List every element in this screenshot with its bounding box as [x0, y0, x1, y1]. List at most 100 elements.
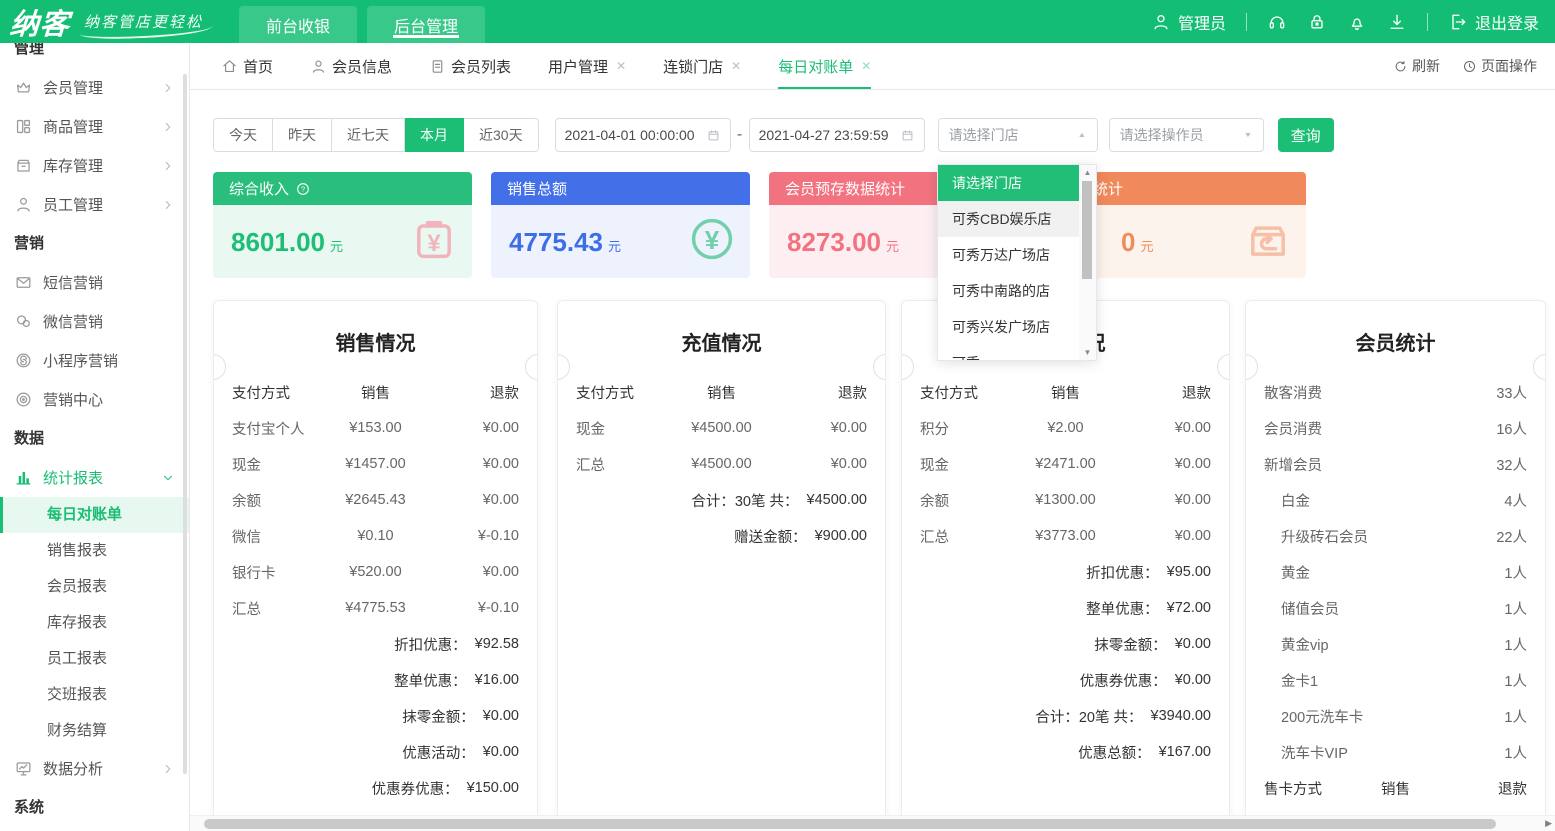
- headset-icon[interactable]: [1267, 12, 1287, 32]
- sidebar-subitem-13[interactable]: 销售报表: [0, 533, 189, 569]
- current-user[interactable]: 管理员: [1151, 10, 1226, 34]
- stat-card-unit: 元: [886, 236, 899, 255]
- dropdown-option-3[interactable]: 可秀中南路的店: [938, 273, 1079, 309]
- panel-recharge-row-1-col-0: 汇总: [576, 454, 669, 475]
- start-date-input[interactable]: 2021-04-01 00:00:00: [555, 118, 731, 152]
- sidebar-subitem-12[interactable]: 每日对账单: [0, 497, 189, 533]
- tab-5[interactable]: 每日对账单✕: [778, 43, 871, 89]
- tab-0[interactable]: 首页: [221, 43, 273, 89]
- panel-recharge-row-0-col-2: ¥0.00: [774, 420, 867, 436]
- stat-card-title: 综合收入?: [213, 172, 472, 205]
- panel-consume-row-2: 余额¥1300.00¥0.00: [920, 482, 1211, 518]
- page-ops-button[interactable]: 页面操作: [1462, 56, 1537, 76]
- tab-close-icon[interactable]: ✕: [731, 59, 741, 73]
- sidebar-section-10: 数据: [0, 419, 189, 458]
- sidebar-item-4[interactable]: 员工管理: [0, 185, 189, 224]
- member-stat-value: 1人: [1504, 598, 1527, 619]
- sidebar-subitem-17[interactable]: 交班报表: [0, 677, 189, 713]
- horizontal-scrollbar-thumb[interactable]: [204, 819, 1496, 829]
- top-nav-cashier[interactable]: 前台收银: [239, 6, 357, 43]
- sidebar-item-1[interactable]: 会员管理: [0, 68, 189, 107]
- tab-close-icon[interactable]: ✕: [616, 59, 626, 73]
- top-nav-backoffice[interactable]: 后台管理: [367, 6, 485, 43]
- scroll-down-arrow[interactable]: ▼: [1079, 348, 1096, 357]
- panel-member: 会员统计散客消费33人会员消费16人新增会员32人白金4人升级砖石会员22人黄金…: [1245, 300, 1546, 831]
- logout-icon: [1448, 12, 1468, 32]
- quick-range-2[interactable]: 近七天: [332, 118, 405, 152]
- tab-1[interactable]: 会员信息: [310, 43, 392, 89]
- sidebar-item-2[interactable]: 商品管理: [0, 107, 189, 146]
- open-page-tabs: 首页会员信息会员列表用户管理✕ 连锁门店✕ 每日对账单✕: [221, 43, 908, 89]
- download-icon[interactable]: [1387, 12, 1407, 32]
- panel-sales-summary-2: 抹零金额：¥0.00: [232, 698, 519, 734]
- sidebar-section-5: 营销: [0, 224, 189, 263]
- end-date-input[interactable]: 2021-04-27 23:59:59: [749, 118, 925, 152]
- logout-button[interactable]: 退出登录: [1448, 10, 1539, 34]
- sidebar-item-19[interactable]: 数据分析: [0, 749, 189, 788]
- horizontal-scrollbar[interactable]: ▶: [190, 815, 1555, 831]
- bell-icon[interactable]: [1347, 12, 1367, 32]
- sidebar-item-7[interactable]: 微信营销: [0, 302, 189, 341]
- tab-4[interactable]: 连锁门店✕: [663, 43, 741, 89]
- refund-box-icon: [1242, 213, 1294, 265]
- wechat-icon: [14, 312, 33, 331]
- calendar-icon: [706, 128, 721, 143]
- sidebar-subitem-14[interactable]: 会员报表: [0, 569, 189, 605]
- panel-member-footer-header-0-col-1: 销售: [1348, 778, 1443, 799]
- panel-sales: 销售情况支付方式销售退款支付宝个人¥153.00¥0.00现金¥1457.00¥…: [213, 300, 538, 831]
- summary-value: ¥167.00: [1159, 744, 1211, 760]
- store-select-placeholder: 请选择门店: [949, 125, 1019, 145]
- lock-icon[interactable]: [1307, 12, 1327, 32]
- stat-card-unit: 元: [330, 236, 343, 255]
- page-ops-label: 页面操作: [1481, 56, 1537, 76]
- search-button[interactable]: 查询: [1278, 118, 1334, 152]
- dropdown-option-4[interactable]: 可秀兴发广场店: [938, 309, 1079, 345]
- user-icon: [1151, 12, 1171, 32]
- quick-range-0[interactable]: 今天: [213, 118, 273, 152]
- quick-range-1[interactable]: 昨天: [273, 118, 332, 152]
- dropdown-scrollbar-thumb[interactable]: [1082, 181, 1092, 279]
- summary-label: 抹零金额：: [402, 706, 475, 727]
- dropdown-option-2[interactable]: 可秀万达广场店: [938, 237, 1079, 273]
- summary-label: 折扣优惠：: [1086, 562, 1159, 583]
- refresh-button[interactable]: 刷新: [1393, 56, 1440, 76]
- sidebar-scrollbar[interactable]: [183, 74, 187, 774]
- sidebar-subitem-15[interactable]: 库存报表: [0, 605, 189, 641]
- tab-2[interactable]: 会员列表: [429, 43, 511, 89]
- stat-card-title-label: 综合收入: [229, 178, 289, 199]
- sidebar-item-6[interactable]: 短信营销: [0, 263, 189, 302]
- scroll-up-arrow[interactable]: ▲: [1079, 168, 1096, 177]
- member-stat-value: 1人: [1504, 742, 1527, 763]
- dropdown-scrollbar: ▲ ▼: [1079, 165, 1096, 360]
- operator-select[interactable]: 请选择操作员 ▼: [1109, 118, 1264, 152]
- stat-card-body: 8601.00元¥: [213, 205, 472, 278]
- member-stat-value: 33人: [1496, 382, 1527, 403]
- store-select[interactable]: 请选择门店 ▲: [938, 118, 1098, 152]
- panel-consume-header-col-0: 支付方式: [920, 382, 1013, 403]
- panel-consume-row-2-col-2: ¥0.00: [1118, 492, 1211, 508]
- sidebar-item-3[interactable]: 库存管理: [0, 146, 189, 185]
- member-stat-label: 200元洗车卡: [1264, 706, 1504, 727]
- panel-sales-row-1-col-0: 现金: [232, 454, 324, 475]
- member-stat-value: 1人: [1504, 706, 1527, 727]
- scroll-right-arrow[interactable]: ▶: [1545, 818, 1552, 829]
- quick-range-4[interactable]: 近30天: [464, 118, 539, 152]
- dropdown-option-partial[interactable]: 可秀: [938, 345, 1079, 360]
- tab-3[interactable]: 用户管理✕: [548, 43, 626, 89]
- sidebar-item-8[interactable]: 小程序营销: [0, 341, 189, 380]
- sidebar-subitem-18[interactable]: 财务结算: [0, 713, 189, 749]
- quick-range-3[interactable]: 本月: [405, 118, 464, 152]
- sidebar-subitem-16[interactable]: 员工报表: [0, 641, 189, 677]
- summary-value: ¥900.00: [815, 528, 867, 544]
- dropdown-option-0[interactable]: 请选择门店: [938, 165, 1079, 201]
- panel-consume-row-1-col-2: ¥0.00: [1118, 456, 1211, 472]
- tab-close-icon[interactable]: ✕: [861, 59, 871, 73]
- panel-sales-row-3-col-0: 微信: [232, 526, 324, 547]
- panel-stats: 散客消费33人会员消费16人新增会员32人白金4人升级砖石会员22人黄金1人储值…: [1246, 374, 1545, 831]
- panel-sales-row-2-col-0: 余额: [232, 490, 324, 511]
- sidebar-item-11[interactable]: 统计报表: [0, 458, 189, 497]
- stat-cards: 综合收入?8601.00元¥销售总额4775.43元¥会员预存数据统计8273.…: [213, 172, 1306, 278]
- summary-value: ¥95.00: [1167, 564, 1211, 580]
- dropdown-option-1[interactable]: 可秀CBD娱乐店: [938, 201, 1079, 237]
- sidebar-item-9[interactable]: 营销中心: [0, 380, 189, 419]
